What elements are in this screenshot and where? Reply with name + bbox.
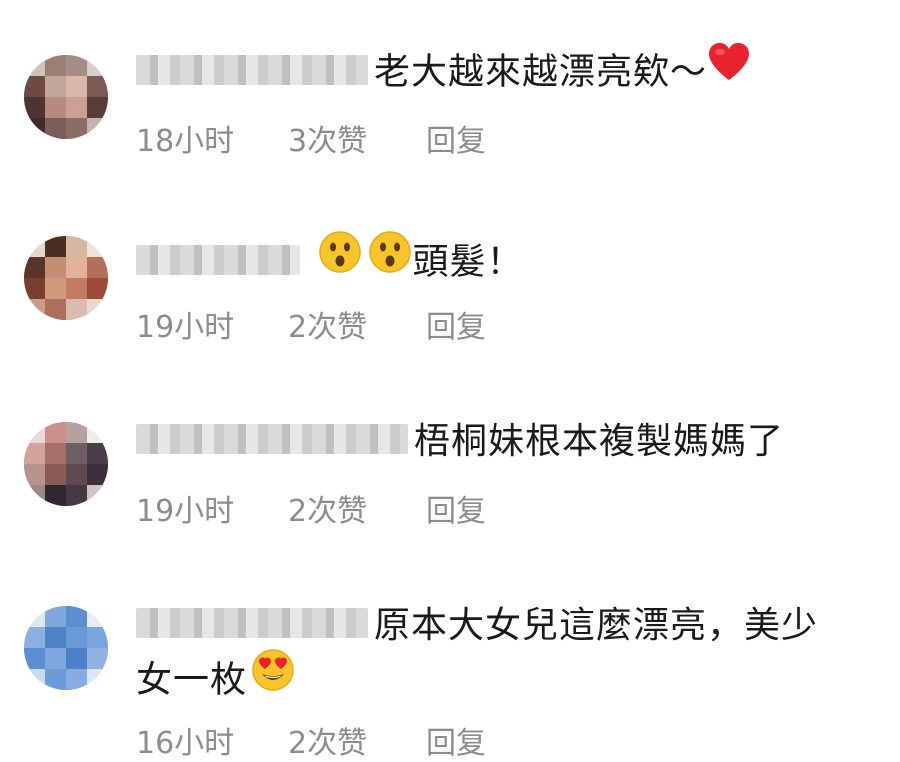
comment-text-line: 女一枚 — [136, 649, 870, 711]
comment-text: 原本大女兒這麼漂亮，美少 — [374, 605, 819, 646]
username-blurred[interactable] — [136, 244, 300, 275]
username-blurred[interactable] — [136, 54, 368, 85]
comment-text-line: 梧桐妹根本複製媽媽了 — [136, 416, 870, 468]
comment-text-line: 頭髮！ — [136, 231, 870, 293]
red-heart-icon — [707, 42, 751, 97]
reply-button[interactable]: 回复 — [426, 116, 486, 160]
avatar-image — [24, 55, 108, 139]
avatar[interactable] — [24, 606, 108, 690]
comment-text: 女一枚 — [136, 659, 248, 701]
comment-timestamp: 16小时 — [136, 726, 235, 761]
comment-timestamp: 19小时 — [136, 310, 235, 345]
avatar[interactable] — [24, 55, 108, 139]
heart-eyes-face-icon — [251, 648, 295, 707]
comment-text: 梧桐妹根本複製媽媽了 — [414, 421, 785, 462]
comment-timestamp: 18小时 — [136, 124, 235, 159]
comment-meta: 19小时 2次赞 回复 — [136, 302, 486, 346]
avatar-image — [24, 236, 108, 320]
avatar-image — [24, 422, 108, 506]
reply-button[interactable]: 回复 — [426, 718, 486, 762]
avatar[interactable] — [24, 422, 108, 506]
reply-button[interactable]: 回复 — [426, 486, 486, 530]
comment-meta: 16小时 2次赞 回复 — [136, 718, 486, 762]
avatar[interactable] — [24, 236, 108, 320]
comment-text: 頭髮！ — [412, 241, 524, 283]
comment-text-line: 老大越來越漂亮欸～ — [136, 43, 870, 101]
comment-text: 老大越來越漂亮欸～ — [374, 51, 708, 93]
like-count[interactable]: 2次赞 — [288, 718, 426, 762]
like-count[interactable]: 3次赞 — [288, 116, 426, 160]
username-blurred[interactable] — [136, 608, 368, 638]
username-blurred[interactable] — [136, 424, 408, 454]
like-count[interactable]: 2次赞 — [288, 302, 426, 346]
comment-meta: 18小时 3次赞 回复 — [136, 116, 486, 160]
avatar-image — [24, 606, 108, 690]
comment-timestamp: 19小时 — [136, 494, 235, 529]
surprised-face-icon — [368, 230, 412, 289]
surprised-face-icon — [318, 230, 362, 289]
reply-button[interactable]: 回复 — [426, 302, 486, 346]
comment-text-line: 原本大女兒這麼漂亮，美少 — [136, 600, 870, 652]
comment-meta: 19小时 2次赞 回复 — [136, 486, 486, 530]
like-count[interactable]: 2次赞 — [288, 486, 426, 530]
